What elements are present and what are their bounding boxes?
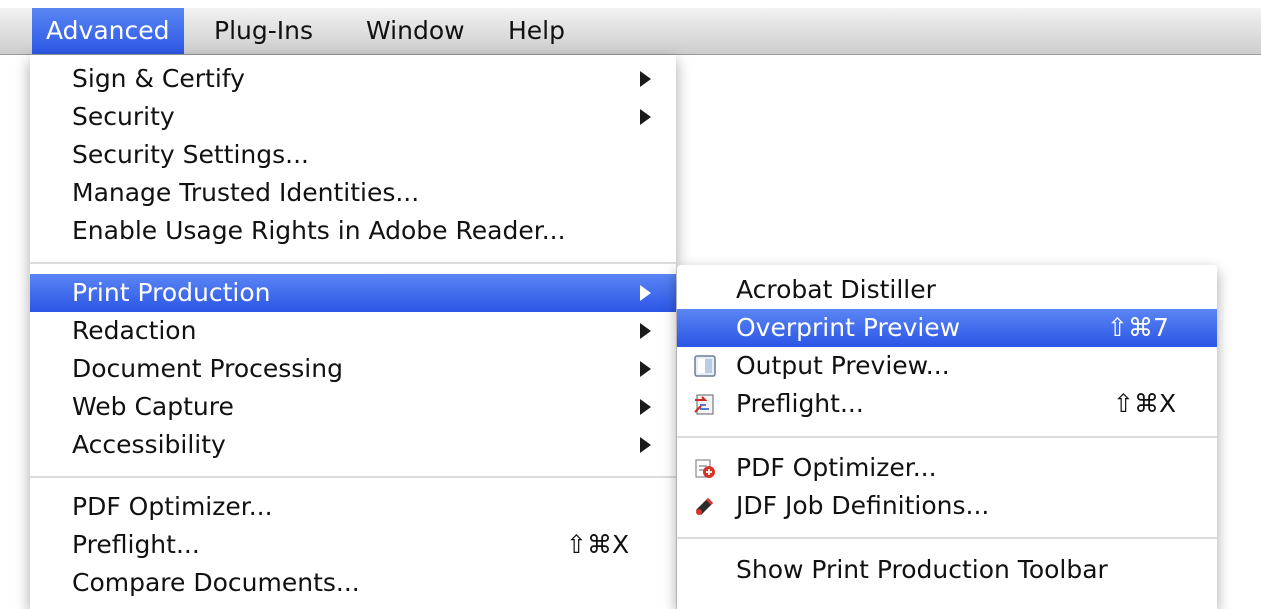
advanced-menu: Sign & Certify Security Security Setting…	[30, 55, 676, 609]
menu-item-document-processing[interactable]: Document Processing	[30, 350, 676, 388]
menubar-help[interactable]: Help	[494, 8, 579, 54]
menu-item-show-print-production-toolbar[interactable]: Show Print Production Toolbar	[677, 551, 1217, 589]
menubar-advanced[interactable]: Advanced	[32, 8, 184, 54]
screen: Advanced Plug-Ins Window Help Sign & Cer…	[0, 0, 1261, 609]
submenu-arrow-icon	[640, 285, 651, 301]
menu-separator	[677, 436, 1217, 438]
output-preview-icon	[694, 355, 716, 377]
jdf-icon	[696, 497, 714, 515]
menu-item-security-settings[interactable]: Security Settings...	[30, 136, 676, 174]
menu-item-print-production[interactable]: Print Production	[30, 274, 676, 312]
menu-separator	[30, 262, 676, 264]
menu-item-web-capture[interactable]: Web Capture	[30, 388, 676, 426]
preflight-icon	[694, 394, 714, 415]
menu-item-label: Acrobat Distiller	[736, 275, 936, 304]
menu-separator	[677, 537, 1217, 539]
menubar-window[interactable]: Window	[352, 8, 479, 54]
menu-item-label: Security Settings...	[72, 140, 309, 169]
menu-item-pdf-optimizer[interactable]: PDF Optimizer...	[30, 488, 676, 526]
menu-item-redaction[interactable]: Redaction	[30, 312, 676, 350]
submenu-arrow-icon	[640, 109, 651, 125]
menu-bar: Advanced Plug-Ins Window Help	[0, 8, 1261, 55]
menu-item-label: Sign & Certify	[72, 64, 245, 93]
pdf-optimizer-icon	[695, 459, 715, 478]
menu-item-label: Security	[72, 102, 175, 131]
menu-item-label: Overprint Preview	[736, 313, 961, 342]
menu-separator	[30, 476, 676, 478]
menu-item-pdf-optimizer[interactable]: PDF Optimizer...	[677, 449, 1217, 487]
print-production-submenu: Acrobat Distiller Overprint Preview ⇧⌘7 …	[677, 265, 1217, 609]
menu-item-security[interactable]: Security	[30, 98, 676, 136]
submenu-arrow-icon	[640, 71, 651, 87]
menu-item-accessibility[interactable]: Accessibility	[30, 426, 676, 464]
menu-item-label: Accessibility	[72, 430, 226, 459]
menu-item-acrobat-distiller[interactable]: Acrobat Distiller	[677, 271, 1217, 309]
menu-item-label: Manage Trusted Identities...	[72, 178, 420, 207]
menu-item-label: PDF Optimizer...	[736, 453, 937, 482]
menu-item-label: JDF Job Definitions...	[736, 491, 990, 520]
menu-item-label: PDF Optimizer...	[72, 492, 273, 521]
menu-item-sign-certify[interactable]: Sign & Certify	[30, 60, 676, 98]
menu-item-output-preview[interactable]: Output Preview...	[677, 347, 1217, 385]
submenu-arrow-icon	[640, 399, 651, 415]
menu-item-label: Preflight...	[72, 530, 200, 559]
menu-item-manage-trusted-identities[interactable]: Manage Trusted Identities...	[30, 174, 676, 212]
menu-item-label: Redaction	[72, 316, 197, 345]
menu-item-label: Document Processing	[72, 354, 343, 383]
shortcut-label: ⇧⌘X	[566, 530, 630, 559]
menu-item-label: Compare Documents...	[72, 568, 360, 597]
menu-item-overprint-preview[interactable]: Overprint Preview ⇧⌘7	[677, 309, 1217, 347]
menu-item-label: Web Capture	[72, 392, 234, 421]
menu-item-enable-usage-rights[interactable]: Enable Usage Rights in Adobe Reader...	[30, 212, 676, 250]
menu-item-label: Enable Usage Rights in Adobe Reader...	[72, 216, 566, 245]
submenu-arrow-icon	[640, 437, 651, 453]
menu-item-compare-documents[interactable]: Compare Documents...	[30, 564, 676, 602]
menu-item-label: Print Production	[72, 278, 271, 307]
shortcut-label: ⇧⌘X	[1113, 389, 1177, 418]
menu-item-label: Show Print Production Toolbar	[736, 555, 1108, 584]
submenu-arrow-icon	[640, 361, 651, 377]
menu-item-label: Output Preview...	[736, 351, 950, 380]
menu-item-jdf-job-definitions[interactable]: JDF Job Definitions...	[677, 487, 1217, 525]
submenu-arrow-icon	[640, 323, 651, 339]
menu-item-label: Preflight...	[736, 389, 864, 418]
menu-item-preflight[interactable]: Preflight... ⇧⌘X	[30, 526, 676, 564]
menubar-plug-ins[interactable]: Plug-Ins	[200, 8, 327, 54]
menu-item-preflight[interactable]: Preflight... ⇧⌘X	[677, 385, 1217, 423]
shortcut-label: ⇧⌘7	[1107, 313, 1169, 342]
